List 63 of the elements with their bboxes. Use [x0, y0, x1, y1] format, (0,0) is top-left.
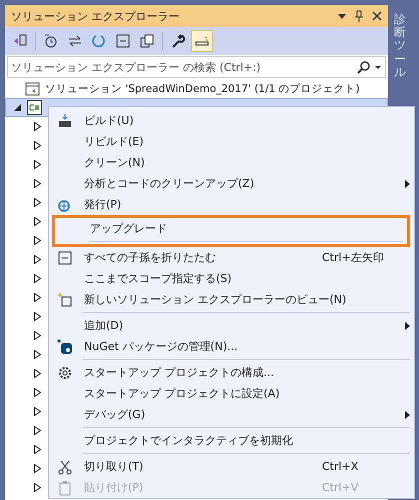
- collapsed-arrow-icon[interactable]: [34, 312, 41, 321]
- collapsed-arrow-icon[interactable]: [34, 198, 41, 207]
- arrows-icon: [67, 33, 83, 49]
- collapsed-arrow-icon[interactable]: [34, 426, 41, 435]
- collapsed-arrow-icon[interactable]: [34, 369, 41, 378]
- collapsed-arrow-icon[interactable]: [34, 179, 41, 188]
- collapsed-arrow-icon[interactable]: [34, 388, 41, 397]
- close-icon[interactable]: [372, 11, 382, 21]
- solution-icon: [25, 80, 41, 96]
- copy-icon: [139, 33, 155, 49]
- clipboard-icon: [57, 480, 73, 496]
- clock-icon: [43, 33, 59, 49]
- dropdown-icon[interactable]: [338, 14, 346, 18]
- package-icon: [57, 338, 73, 354]
- collapsed-arrow-icon[interactable]: [34, 464, 41, 473]
- shortcut-text: Ctrl+X: [322, 460, 360, 473]
- collapsed-arrow-icon[interactable]: [34, 274, 41, 283]
- menu-item[interactable]: ここまでスコープ指定する(S): [49, 268, 414, 289]
- expanded-arrow-icon[interactable]: [14, 104, 21, 111]
- new-window-icon: [57, 292, 73, 308]
- collapsed-arrow-icon[interactable]: [34, 331, 41, 340]
- menu-item[interactable]: 発行(P): [49, 194, 414, 215]
- collapsed-arrow-icon[interactable]: [34, 122, 41, 131]
- menu-item[interactable]: 切り取り(T) Ctrl+X: [49, 456, 414, 477]
- tree-item[interactable]: ソリューション 'SpreadWinDemo_2017' (1/1 のプロジェクト): [45, 82, 360, 96]
- panel-title: ソリューション エクスプローラー: [11, 8, 180, 24]
- menu-item[interactable]: 追加(D): [49, 315, 414, 336]
- toolbar-button[interactable]: [191, 30, 213, 52]
- search-icon: [357, 60, 371, 74]
- shortcut-text: Ctrl+左矢印: [322, 250, 385, 265]
- menu-item[interactable]: クリーン(N): [49, 152, 414, 173]
- wrench-icon: [170, 33, 186, 49]
- pin-icon[interactable]: [354, 10, 364, 22]
- collapsed-arrow-icon[interactable]: [34, 141, 41, 150]
- menu-item[interactable]: アップグレード: [55, 218, 407, 239]
- menu-item[interactable]: デバッグ(G): [49, 404, 414, 425]
- collapse-icon: [115, 33, 131, 49]
- gear-icon: [57, 364, 73, 380]
- menu-item[interactable]: ビルド(U): [49, 110, 414, 131]
- collapsed-arrow-icon[interactable]: [34, 407, 41, 416]
- menu-item[interactable]: プロジェクトでインタラクティブを初期化: [49, 430, 414, 451]
- search-field[interactable]: ソリューション エクスプローラー の検索 (Ctrl+:): [7, 56, 386, 78]
- csharp-project-icon: [27, 100, 42, 115]
- collapsed-arrow-icon[interactable]: [34, 160, 41, 169]
- refresh-icon: [91, 33, 107, 49]
- collapsed-arrow-icon[interactable]: [34, 217, 41, 226]
- menu-item[interactable]: 新しいソリューション エクスプローラーのビュー(N): [49, 289, 414, 310]
- collapse-icon: [57, 250, 73, 266]
- collapsed-arrow-icon[interactable]: [34, 236, 41, 245]
- menu-item[interactable]: スタートアップ プロジェクトに設定(A): [49, 383, 414, 404]
- menu-item[interactable]: すべての子孫を折りたたむ Ctrl+左矢印: [49, 247, 414, 268]
- build-icon: [57, 112, 73, 128]
- menu-item[interactable]: スタートアップ プロジェクトの構成...: [49, 362, 414, 383]
- collapsed-arrow-icon[interactable]: [34, 293, 41, 302]
- menu-item[interactable]: 分析とコードのクリーンアップ(Z): [49, 173, 414, 194]
- scissors-icon: [57, 458, 73, 474]
- collapsed-arrow-icon[interactable]: [34, 255, 41, 264]
- shortcut-text: Ctrl+V: [322, 481, 360, 494]
- menu-item[interactable]: リビルド(E): [49, 131, 414, 152]
- collapsed-arrow-icon[interactable]: [34, 350, 41, 359]
- collapsed-arrow-icon[interactable]: [34, 445, 41, 454]
- collapsed-arrow-icon[interactable]: [34, 483, 41, 492]
- menu-item[interactable]: NuGet パッケージの管理(N)...: [49, 336, 414, 357]
